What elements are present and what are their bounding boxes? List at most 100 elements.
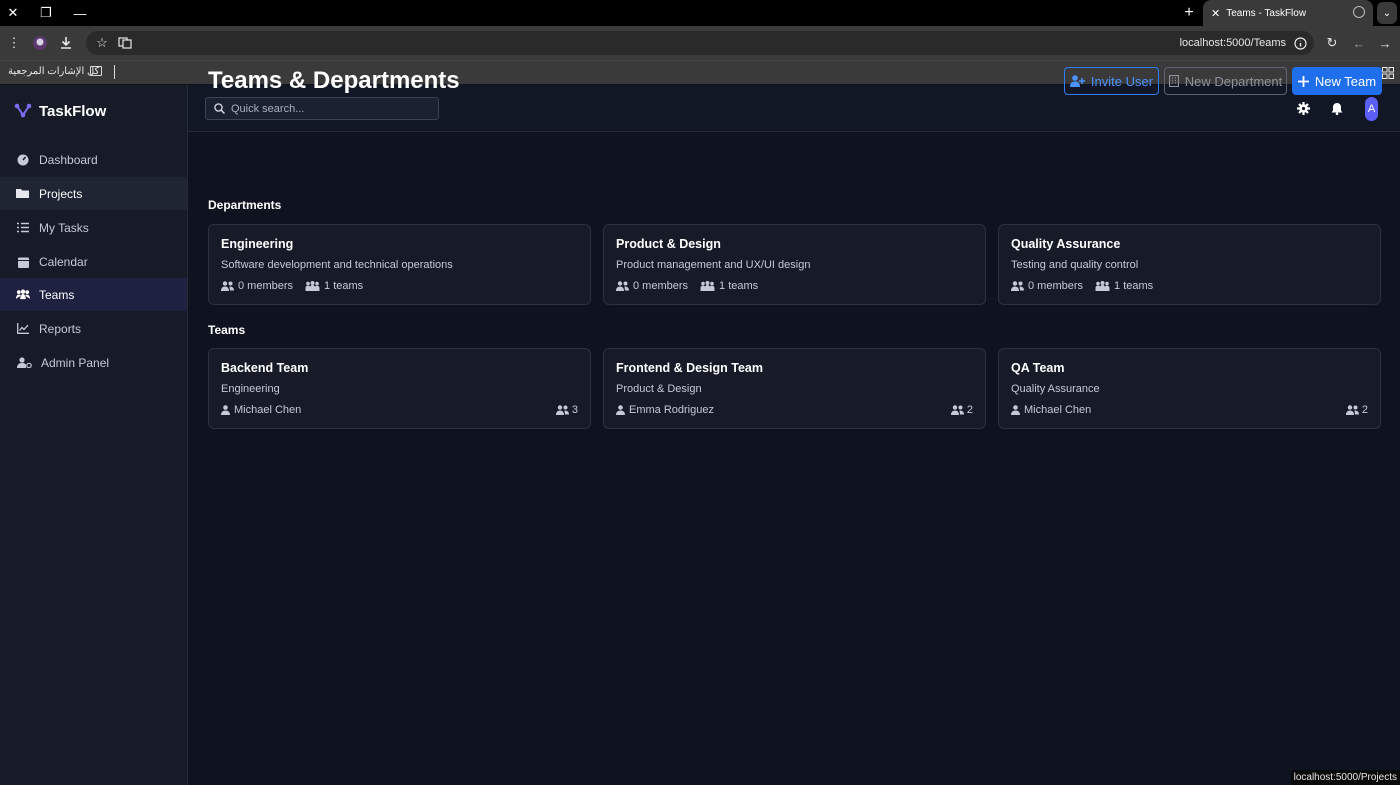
teams-icon [305,281,320,291]
plus-icon [1297,75,1309,87]
user-plus-icon [1069,75,1085,87]
browser-tab[interactable]: ✕ Teams - TaskFlow [1203,0,1373,26]
sidebar-item-projects[interactable]: Projects [0,177,187,210]
team-card-qa[interactable]: QA Team Quality Assurance Michael Chen 2 [998,348,1381,429]
sidebar: TaskFlow Dashboard Projects My Tasks Cal… [0,85,188,785]
menu-dots-icon[interactable]: ⋮ [5,34,23,52]
folder-icon [90,66,102,76]
sidebar-item-admin-panel[interactable]: Admin Panel [0,346,187,379]
user-icon [1011,405,1020,415]
user-icon [616,405,625,415]
reload-icon[interactable]: ↻ [1323,34,1341,52]
tab-title: Teams - TaskFlow [1226,7,1307,19]
new-team-button[interactable]: New Team [1292,67,1382,95]
users-icon [950,405,964,415]
sidebar-item-reports[interactable]: Reports [0,312,187,345]
address-bar[interactable]: ☆ [86,31,1314,55]
team-lead-name: Michael Chen [234,404,302,416]
team-card-frontend-design[interactable]: Frontend & Design Team Product & Design … [603,348,986,429]
profile-icon[interactable] [31,34,49,52]
users-icon [616,281,629,291]
close-window-icon[interactable]: ✕ [0,0,26,26]
page-title: Teams & Departments [208,67,460,94]
notifications-bell-icon[interactable] [1329,100,1345,116]
close-tab-icon[interactable]: ✕ [1211,7,1220,20]
user-avatar[interactable]: A [1365,97,1378,121]
invite-user-label: Invite User [1090,73,1154,89]
department-description: Testing and quality control [1011,259,1139,271]
new-tab-icon[interactable]: + [1178,0,1200,26]
team-count: 1 teams [1114,280,1154,292]
users-icon [1011,281,1024,291]
member-count: 0 members [1028,280,1084,292]
teams-icon [700,281,715,291]
status-bar-url: localhost:5000/Projects [1290,770,1400,785]
all-bookmarks[interactable]: كل الإشارات المرجعية [8,66,99,77]
department-card-quality-assurance[interactable]: Quality Assurance Testing and quality co… [998,224,1381,305]
browser-tabbar: ✕ ❐ — + ✕ Teams - TaskFlow ⌄ [0,0,1400,26]
forward-icon[interactable]: → [1376,34,1394,52]
bookmark-star-icon[interactable]: ☆ [93,34,111,52]
taskflow-logo-icon [14,103,32,118]
team-count-value: 2 [966,404,973,416]
team-lead: Michael Chen [1011,404,1091,416]
department-name: Product & Design [616,237,721,251]
sidebar-item-my-tasks[interactable]: My Tasks [0,211,187,244]
departments-heading: Departments [208,198,282,212]
restore-window-icon[interactable]: ❐ [33,0,59,26]
new-team-label: New Team [1314,73,1377,89]
app-root: TaskFlow Dashboard Projects My Tasks Cal… [0,85,1400,785]
team-department: Quality Assurance [1011,383,1100,395]
team-card-backend[interactable]: Backend Team Engineering Michael Chen 3 [208,348,591,429]
brand-logo[interactable]: TaskFlow [14,102,106,120]
brand-name: TaskFlow [39,102,107,120]
teams-heading: Teams [208,323,246,337]
search-input[interactable] [231,102,431,115]
sidebar-item-label: Calendar [39,254,88,269]
department-meta: 0 members 1 teams [221,280,375,292]
sidebar-item-label: My Tasks [39,220,89,235]
quick-search[interactable] [205,97,439,120]
department-card-engineering[interactable]: Engineering Software development and tec… [208,224,591,305]
department-meta: 0 members 1 teams [616,280,770,292]
team-lead: Emma Rodriguez [616,404,714,416]
back-icon[interactable]: ← [1350,34,1368,52]
building-icon [1168,75,1179,87]
users-icon [221,281,234,291]
tasks-icon [16,221,30,235]
team-member-count: 2 [1345,404,1368,416]
sidebar-item-label: Projects [39,186,83,201]
department-name: Engineering [221,237,294,251]
department-name: Quality Assurance [1011,237,1121,251]
sidebar-item-dashboard[interactable]: Dashboard [0,143,187,176]
download-icon[interactable] [57,34,75,52]
team-count: 1 teams [719,280,759,292]
minimize-window-icon[interactable]: — [67,0,93,26]
department-description: Software development and technical opera… [221,259,453,271]
users-icon [16,288,30,302]
url-text: localhost:5000/Teams [1179,37,1286,49]
sidebar-item-label: Teams [39,287,75,302]
team-lead: Michael Chen [221,404,301,416]
chart-icon [16,322,30,336]
settings-gear-icon[interactable] [1295,100,1311,116]
sidebar-item-calendar[interactable]: Calendar [0,245,187,278]
department-meta: 0 members 1 teams [1011,280,1165,292]
folder-icon [16,187,30,201]
translate-icon[interactable] [116,34,134,52]
search-icon [214,103,225,114]
dashboard-icon [16,153,30,167]
new-department-label: New Department [1184,73,1283,89]
team-lead-name: Emma Rodriguez [629,404,714,416]
new-department-button[interactable]: New Department [1164,67,1287,95]
department-card-product-design[interactable]: Product & Design Product management and … [603,224,986,305]
tab-search-icon[interactable]: ⌄ [1377,2,1397,24]
team-department: Product & Design [616,383,702,395]
site-info-icon[interactable] [1291,34,1309,52]
team-count: 1 teams [324,280,364,292]
invite-user-button[interactable]: Invite User [1064,67,1159,95]
team-count-value: 3 [571,404,578,416]
sidebar-item-teams[interactable]: Teams [0,278,187,311]
team-lead-name: Michael Chen [1024,404,1092,416]
team-count-value: 2 [1361,404,1368,416]
